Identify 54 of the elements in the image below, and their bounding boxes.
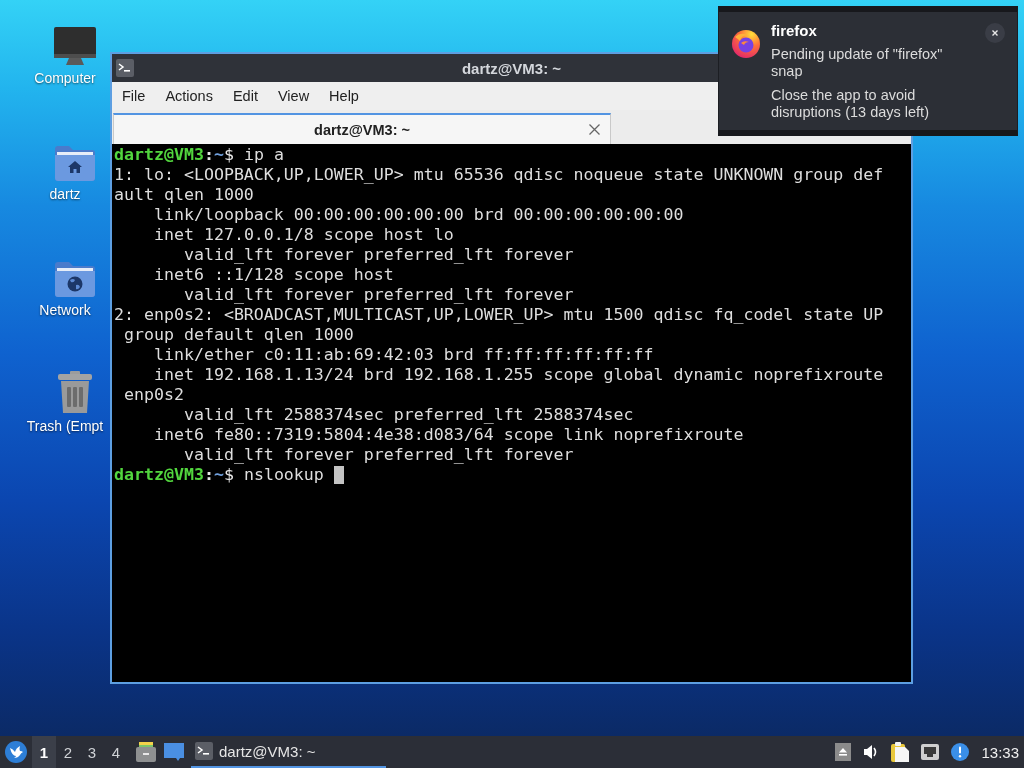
terminal-icon xyxy=(195,742,213,760)
output-line: 2: enp0s2: <BROADCAST,MULTICAST,UP,LOWER_UP> mtu 1500 qdisc fq_codel state UP xyxy=(114,305,884,324)
window-title: dartz@VM3: ~ xyxy=(461,59,562,77)
output-line: valid_lft 2588374sec preferred_lft 2588374sec xyxy=(183,405,634,424)
menu-item[interactable]: View xyxy=(267,82,320,110)
trash-bin-icon xyxy=(57,371,93,413)
fox-logo-icon xyxy=(731,28,761,58)
alert-icon[interactable] xyxy=(951,743,970,761)
bird-logo-icon[interactable] xyxy=(5,741,27,763)
output-line: link/loopback 00:00:00:00:00:00 brd 00:00:00:00:00:00 xyxy=(153,205,684,224)
notification-title: firefox xyxy=(771,21,818,41)
shell-prompt: dartz@VM3:~$ xyxy=(114,145,234,164)
shell-prompt: dartz@VM3:~$ xyxy=(114,465,234,484)
output-line: 1: lo: <LOOPBACK,UP,LOWER_UP> mtu 65536 qdisc noqueue state UNKNOWN group def xyxy=(114,165,884,184)
output-line: valid_lft forever preferred_lft forever xyxy=(183,245,574,264)
terminal-tab[interactable]: dartz@VM3: ~ xyxy=(113,113,611,144)
output-line: valid_lft forever preferred_lft forever xyxy=(183,445,574,464)
terminal-icon[interactable] xyxy=(116,59,134,77)
close-icon[interactable] xyxy=(589,124,600,135)
output-line: group default qlen 1000 xyxy=(124,325,354,344)
desktop-shortcut[interactable]: Trash (Empt xyxy=(22,371,108,435)
notification-message: Pending update of "firefox" snap xyxy=(771,46,944,80)
desktop-shortcut[interactable]: dartz xyxy=(22,139,108,203)
menu-item[interactable]: Help xyxy=(319,82,369,110)
globe-folder-icon xyxy=(55,261,95,297)
workspace-button[interactable]: 1 xyxy=(32,736,56,768)
workspace-button[interactable]: 2 xyxy=(56,736,80,768)
clipboard-icon[interactable] xyxy=(891,742,910,762)
menu-item[interactable]: Edit xyxy=(222,82,268,110)
output-line: inet 192.168.1.13/24 brd 192.168.1.255 scope global dynamic noprefixroute xyxy=(153,365,884,384)
output-line: link/ether c0:11:ab:69:42:03 brd ff:ff:ff:ff:ff:ff xyxy=(153,345,654,364)
taskbar-window-button[interactable]: dartz@VM3: ~ xyxy=(191,736,386,768)
menu-item[interactable]: File xyxy=(112,82,156,110)
workspace-button[interactable]: 3 xyxy=(80,736,104,768)
monitor-icon xyxy=(54,27,96,65)
file-cabinet-icon[interactable] xyxy=(136,742,156,762)
command-text: ip a xyxy=(243,145,284,164)
menu-item[interactable]: Actions xyxy=(155,82,223,110)
output-line: enp0s2 xyxy=(124,385,184,404)
command-text: nslookup xyxy=(243,465,324,484)
output-line: ault qlen 1000 xyxy=(114,185,254,204)
close-icon[interactable] xyxy=(985,23,1005,43)
output-line: inet6 ::1/128 scope host xyxy=(153,265,394,284)
notification-detail: Close the app to avoid disruptions (13 days left) xyxy=(771,87,930,121)
output-line: valid_lft forever preferred_lft forever xyxy=(183,285,574,304)
eject-icon[interactable] xyxy=(835,743,852,761)
home-folder-icon xyxy=(55,145,95,181)
desktop-shortcut[interactable]: Network xyxy=(22,255,108,319)
output-line: inet6 fe80::7319:5804:4e38:d083/64 scope link noprefixroute xyxy=(153,425,744,444)
screen-icon[interactable] xyxy=(164,743,184,761)
workspace-button[interactable]: 4 xyxy=(104,736,128,768)
clock[interactable]: 13:33 xyxy=(981,743,1019,761)
output-line: inet 127.0.0.1/8 scope host lo xyxy=(153,225,454,244)
ethernet-port-icon[interactable] xyxy=(921,744,940,760)
